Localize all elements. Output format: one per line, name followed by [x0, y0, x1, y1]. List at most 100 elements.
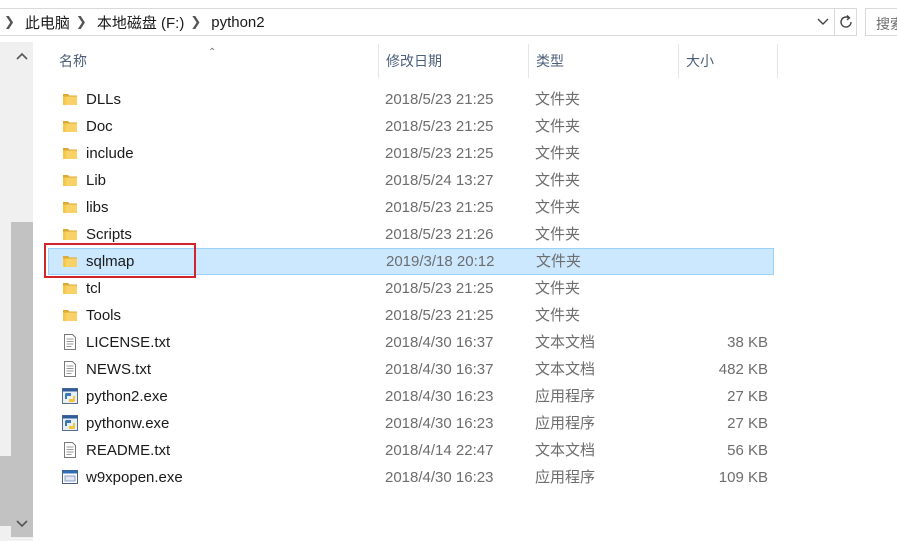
folder-icon [62, 91, 78, 107]
file-name: DLLs [86, 91, 122, 108]
navigation-pane-scrollbar[interactable] [0, 42, 33, 541]
sort-ascending-icon: ⌃ [208, 47, 217, 58]
file-row-dlls[interactable]: DLLs 2018/5/23 21:25 文件夹 [48, 86, 774, 113]
folder-icon [62, 172, 78, 188]
breadcrumb-local-disk[interactable]: 本地磁盘 (F:) [97, 12, 185, 33]
file-row-readme-txt[interactable]: README.txt 2018/4/14 22:47 文本文档 56 KB [48, 437, 774, 464]
file-type: 文件夹 [536, 253, 582, 270]
file-name: Lib [86, 172, 107, 189]
file-type: 文件夹 [535, 307, 581, 324]
file-list: DLLs 2018/5/23 21:25 文件夹 Doc 2018/5/23 21:25… [48, 86, 778, 491]
file-date: 2018/4/30 16:23 [385, 415, 494, 432]
file-row-pythonw-exe[interactable]: pythonw.exe 2018/4/30 16:23 应用程序 27 KB [48, 410, 774, 437]
file-type: 文本文档 [535, 442, 596, 459]
scrollbar-thumb[interactable] [11, 222, 33, 537]
column-header: ⌃ 名称 修改日期 类型 大小 [48, 44, 778, 78]
file-name: Tools [86, 307, 122, 324]
file-date: 2018/4/14 22:47 [385, 442, 494, 459]
breadcrumb-python2[interactable]: python2 [211, 14, 264, 31]
file-size: 56 KB [727, 442, 768, 459]
python-exe-icon [62, 415, 78, 431]
scroll-up-button[interactable] [11, 46, 33, 66]
file-date: 2018/4/30 16:37 [385, 334, 494, 351]
file-name: Doc [86, 118, 113, 135]
scroll-down-button[interactable] [11, 514, 33, 534]
file-date: 2018/5/23 21:25 [385, 199, 494, 216]
file-date: 2018/5/23 21:25 [385, 118, 494, 135]
file-size: 38 KB [727, 334, 768, 351]
chevron-down-icon [817, 18, 829, 25]
file-type: 文本文档 [535, 361, 596, 378]
breadcrumb: ❯ 此电脑 ❯ 本地磁盘 (F:) ❯ python2 [0, 9, 265, 35]
chevron-up-icon [16, 52, 28, 60]
breadcrumb-separator-icon[interactable]: ❯ [184, 14, 211, 30]
file-type: 应用程序 [535, 469, 596, 486]
file-row-tools[interactable]: Tools 2018/5/23 21:25 文件夹 [48, 302, 774, 329]
breadcrumb-separator-icon[interactable]: ❯ [0, 14, 25, 30]
chevron-down-icon [16, 520, 28, 528]
file-row-python2-exe[interactable]: python2.exe 2018/4/30 16:23 应用程序 27 KB [48, 383, 774, 410]
text-file-icon [62, 361, 78, 377]
file-type: 文件夹 [535, 280, 581, 297]
file-row-news-txt[interactable]: NEWS.txt 2018/4/30 16:37 文本文档 482 KB [48, 356, 774, 383]
column-header-type[interactable]: 类型 [528, 44, 678, 78]
file-type: 文件夹 [535, 91, 581, 108]
search-input[interactable]: 搜索 [865, 8, 897, 36]
file-date: 2018/5/23 21:25 [385, 91, 494, 108]
address-history-dropdown[interactable] [814, 11, 832, 33]
file-date: 2018/5/23 21:25 [385, 280, 494, 297]
file-date: 2018/5/23 21:25 [385, 307, 494, 324]
file-name: include [86, 145, 134, 162]
file-name: LICENSE.txt [86, 334, 171, 351]
file-row-lib[interactable]: Lib 2018/5/24 13:27 文件夹 [48, 167, 774, 194]
file-name: NEWS.txt [86, 361, 152, 378]
file-size: 27 KB [727, 415, 768, 432]
file-row-w9xpopen-exe[interactable]: w9xpopen.exe 2018/4/30 16:23 应用程序 109 KB [48, 464, 774, 491]
file-row-doc[interactable]: Doc 2018/5/23 21:25 文件夹 [48, 113, 774, 140]
folder-icon [62, 118, 78, 134]
file-date: 2018/4/30 16:23 [385, 388, 494, 405]
address-bar[interactable]: ❯ 此电脑 ❯ 本地磁盘 (F:) ❯ python2 [0, 8, 835, 36]
file-row-include[interactable]: include 2018/5/23 21:25 文件夹 [48, 140, 774, 167]
breadcrumb-this-pc[interactable]: 此电脑 [25, 12, 70, 33]
file-type: 文件夹 [535, 226, 581, 243]
file-name: pythonw.exe [86, 415, 170, 432]
refresh-button[interactable] [835, 8, 857, 36]
file-name: tcl [86, 280, 101, 297]
folder-icon [62, 307, 78, 323]
python-exe-icon [62, 388, 78, 404]
file-type: 应用程序 [535, 388, 596, 405]
annotation-highlight-box [44, 243, 196, 278]
breadcrumb-separator-icon[interactable]: ❯ [70, 14, 97, 30]
file-type: 文件夹 [535, 145, 581, 162]
column-header-date[interactable]: 修改日期 [378, 44, 528, 78]
file-type: 应用程序 [535, 415, 596, 432]
folder-icon [62, 145, 78, 161]
file-date: 2019/3/18 20:12 [386, 253, 495, 270]
file-row-libs[interactable]: libs 2018/5/23 21:25 文件夹 [48, 194, 774, 221]
file-size: 109 KB [718, 469, 768, 486]
folder-icon [62, 280, 78, 296]
column-header-size[interactable]: 大小 [678, 44, 778, 78]
folder-icon [62, 199, 78, 215]
file-type: 文件夹 [535, 172, 581, 189]
file-name: libs [86, 199, 109, 216]
column-header-name[interactable]: ⌃ 名称 [48, 44, 378, 78]
folder-icon [62, 226, 78, 242]
file-date: 2018/5/23 21:26 [385, 226, 494, 243]
file-name: python2.exe [86, 388, 168, 405]
file-date: 2018/4/30 16:37 [385, 361, 494, 378]
file-row-license-txt[interactable]: LICENSE.txt 2018/4/30 16:37 文本文档 38 KB [48, 329, 774, 356]
file-name: w9xpopen.exe [86, 469, 183, 486]
text-file-icon [62, 334, 78, 350]
file-size: 27 KB [727, 388, 768, 405]
file-date: 2018/5/23 21:25 [385, 145, 494, 162]
file-type: 文件夹 [535, 118, 581, 135]
file-name: README.txt [86, 442, 171, 459]
file-type: 文本文档 [535, 334, 596, 351]
file-size: 482 KB [718, 361, 768, 378]
navigation-pane-edge [0, 456, 11, 526]
file-date: 2018/4/30 16:23 [385, 469, 494, 486]
refresh-icon [839, 14, 852, 28]
file-row-tcl[interactable]: tcl 2018/5/23 21:25 文件夹 [48, 275, 774, 302]
